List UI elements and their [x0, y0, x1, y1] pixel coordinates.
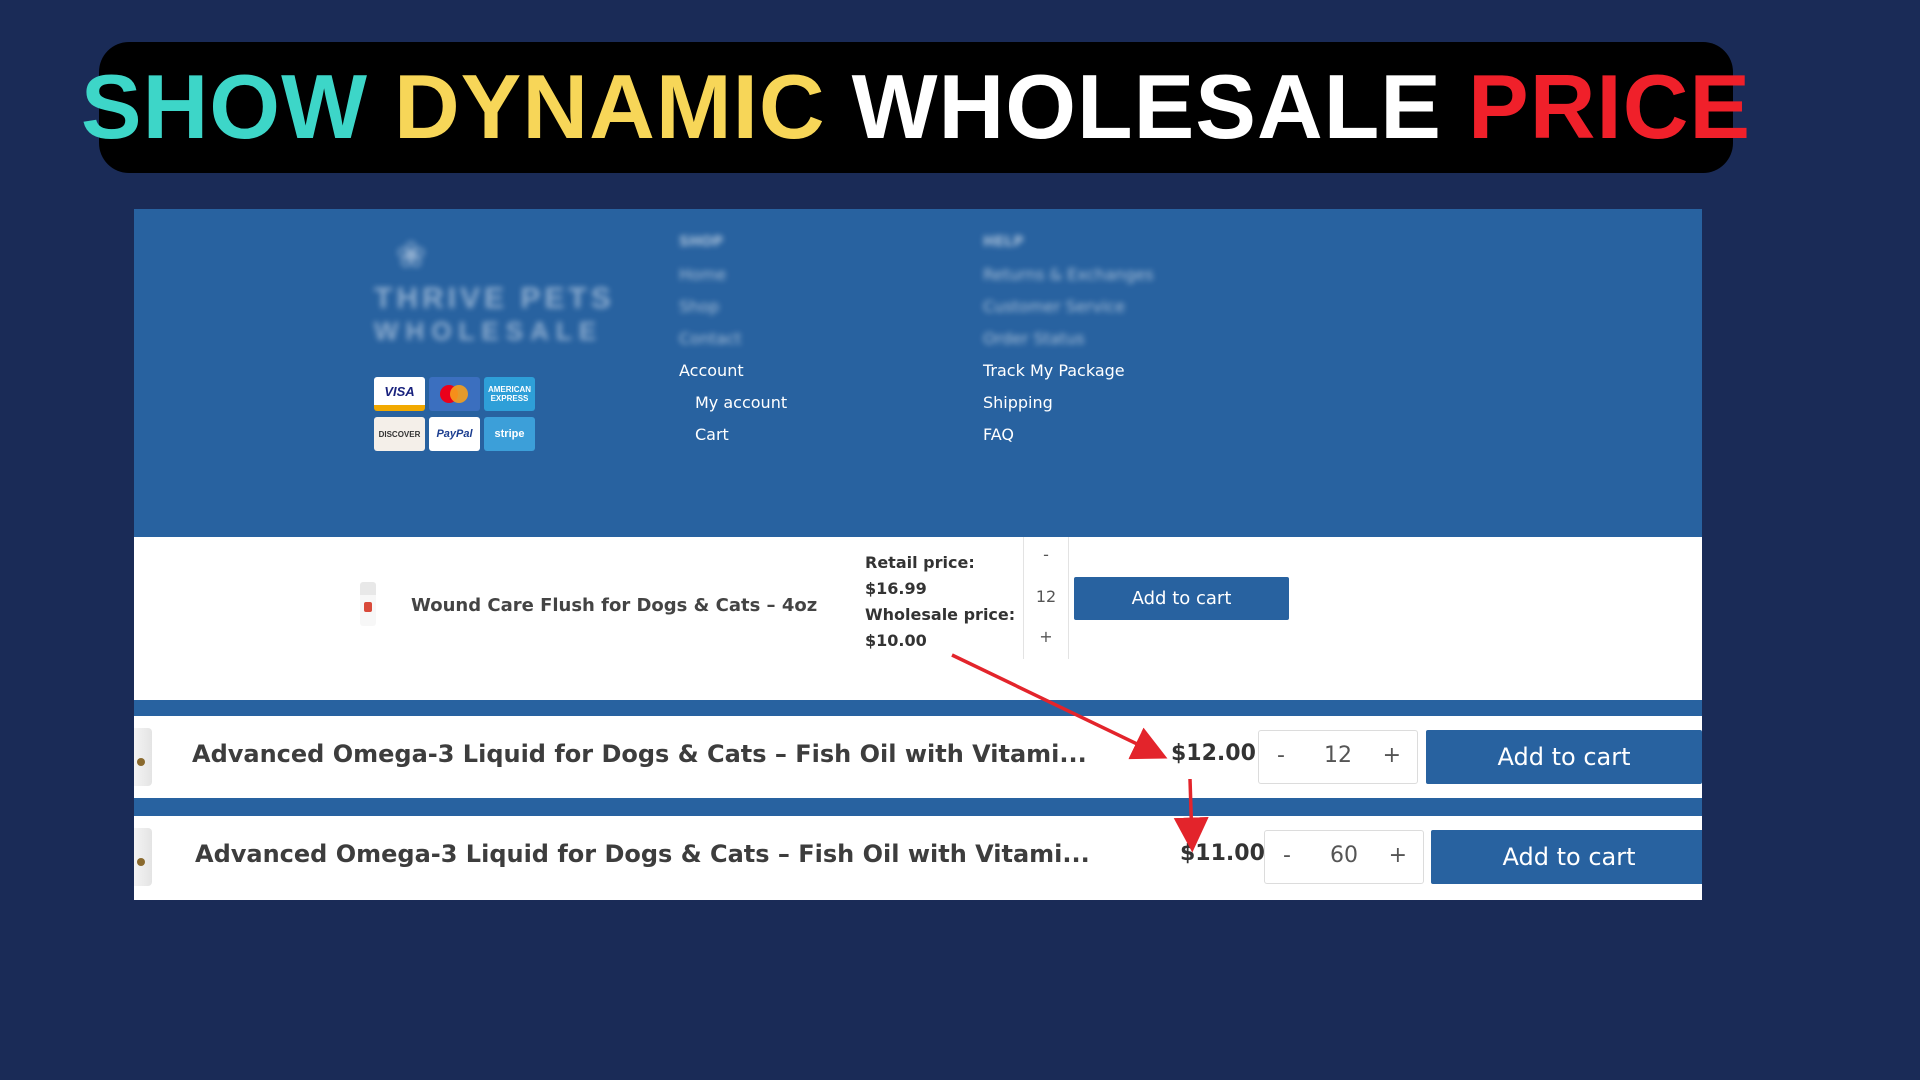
- quantity-stepper: - 60 +: [1264, 830, 1424, 884]
- footer-link-track-package[interactable]: Track My Package: [983, 361, 1125, 380]
- product-thumbnail[interactable]: [360, 582, 376, 626]
- product-price: $11.00: [1180, 841, 1265, 866]
- row-divider: [134, 798, 1702, 816]
- add-to-cart-button[interactable]: Add to cart: [1431, 830, 1702, 884]
- quantity-increase-button[interactable]: +: [1389, 843, 1407, 868]
- quantity-increase-button[interactable]: +: [1024, 627, 1068, 646]
- site-footer: ❀ THRIVE PETS WHOLESALE VISA AMERICAN EX…: [134, 209, 1702, 537]
- wholesale-price-value: $10.00: [865, 631, 927, 650]
- wholesale-product-row: Wound Care Flush for Dogs & Cats – 4oz R…: [134, 537, 1702, 700]
- add-to-cart-button[interactable]: Add to cart: [1426, 730, 1702, 784]
- quantity-decrease-button[interactable]: -: [1024, 545, 1068, 564]
- wholesale-price-label: Wholesale price:: [865, 605, 1016, 624]
- product-name[interactable]: Wound Care Flush for Dogs & Cats – 4oz: [411, 595, 817, 616]
- footer-link-account[interactable]: Account: [679, 361, 744, 380]
- leaf-icon: ❀: [396, 234, 427, 275]
- footer-heading-shop: SHOP: [679, 234, 723, 250]
- product-name[interactable]: Advanced Omega-3 Liquid for Dogs & Cats …: [192, 740, 1087, 768]
- price-info: Retail price: $16.99 Wholesale price: $1…: [865, 550, 1015, 654]
- banner-word-wholesale: WHOLESALE: [851, 57, 1442, 158]
- footer-link-order-status[interactable]: Order Status: [983, 329, 1085, 348]
- quantity-stepper: - 12 +: [1258, 730, 1418, 784]
- banner-word-dynamic: DYNAMIC: [393, 57, 826, 158]
- footer-link-home[interactable]: Home: [679, 265, 726, 284]
- amex-icon: AMERICAN EXPRESS: [484, 377, 535, 411]
- banner-title: SHOW DYNAMIC WHOLESALE PRICE: [81, 62, 1751, 153]
- footer-link-shipping[interactable]: Shipping: [983, 393, 1053, 412]
- banner-word-price: PRICE: [1468, 57, 1752, 158]
- logo-line-2: WHOLESALE: [374, 316, 604, 346]
- product-row: Advanced Omega-3 Liquid for Dogs & Cats …: [134, 816, 1702, 900]
- footer-link-my-account[interactable]: My account: [695, 393, 787, 412]
- payment-methods: VISA AMERICAN EXPRESS DISCOVER PayPal st…: [374, 377, 538, 453]
- title-banner: SHOW DYNAMIC WHOLESALE PRICE: [81, 42, 1750, 173]
- product-row: Advanced Omega-3 Liquid for Dogs & Cats …: [134, 716, 1702, 798]
- banner-word-show: SHOW: [80, 57, 368, 158]
- footer-link-cart[interactable]: Cart: [695, 425, 729, 444]
- footer-column-help: HELP Returns & Exchanges Customer Servic…: [983, 234, 1233, 484]
- footer-link-contact[interactable]: Contact: [679, 329, 741, 348]
- retail-price-label: Retail price:: [865, 553, 975, 572]
- quantity-input[interactable]: 12: [1024, 587, 1068, 606]
- visa-icon: VISA: [374, 377, 425, 411]
- footer-link-customer-service[interactable]: Customer Service: [983, 297, 1125, 316]
- retail-price-value: $16.99: [865, 579, 927, 598]
- quantity-stepper: - 12 +: [1023, 537, 1069, 659]
- logo-line-1: THRIVE PETS: [374, 282, 615, 315]
- quantity-increase-button[interactable]: +: [1383, 743, 1401, 768]
- add-to-cart-button[interactable]: Add to cart: [1074, 577, 1289, 620]
- stripe-icon: stripe: [484, 417, 535, 451]
- paypal-icon: PayPal: [429, 417, 480, 451]
- footer-link-returns[interactable]: Returns & Exchanges: [983, 265, 1154, 284]
- footer-heading-help: HELP: [983, 234, 1024, 250]
- footer-link-shop[interactable]: Shop: [679, 297, 719, 316]
- mastercard-icon: [429, 377, 480, 411]
- discover-icon: DISCOVER: [374, 417, 425, 451]
- product-thumbnail[interactable]: [134, 728, 152, 786]
- product-name[interactable]: Advanced Omega-3 Liquid for Dogs & Cats …: [195, 840, 1090, 868]
- footer-link-faq[interactable]: FAQ: [983, 425, 1014, 444]
- product-thumbnail[interactable]: [134, 828, 152, 886]
- store-logo[interactable]: ❀ THRIVE PETS WHOLESALE: [374, 234, 611, 349]
- footer-column-shop: SHOP Home Shop Contact Account My accoun…: [679, 234, 879, 484]
- product-price: $12.00: [1171, 741, 1256, 766]
- row-divider: [134, 700, 1702, 716]
- store-screenshot: ❀ THRIVE PETS WHOLESALE VISA AMERICAN EX…: [134, 209, 1702, 900]
